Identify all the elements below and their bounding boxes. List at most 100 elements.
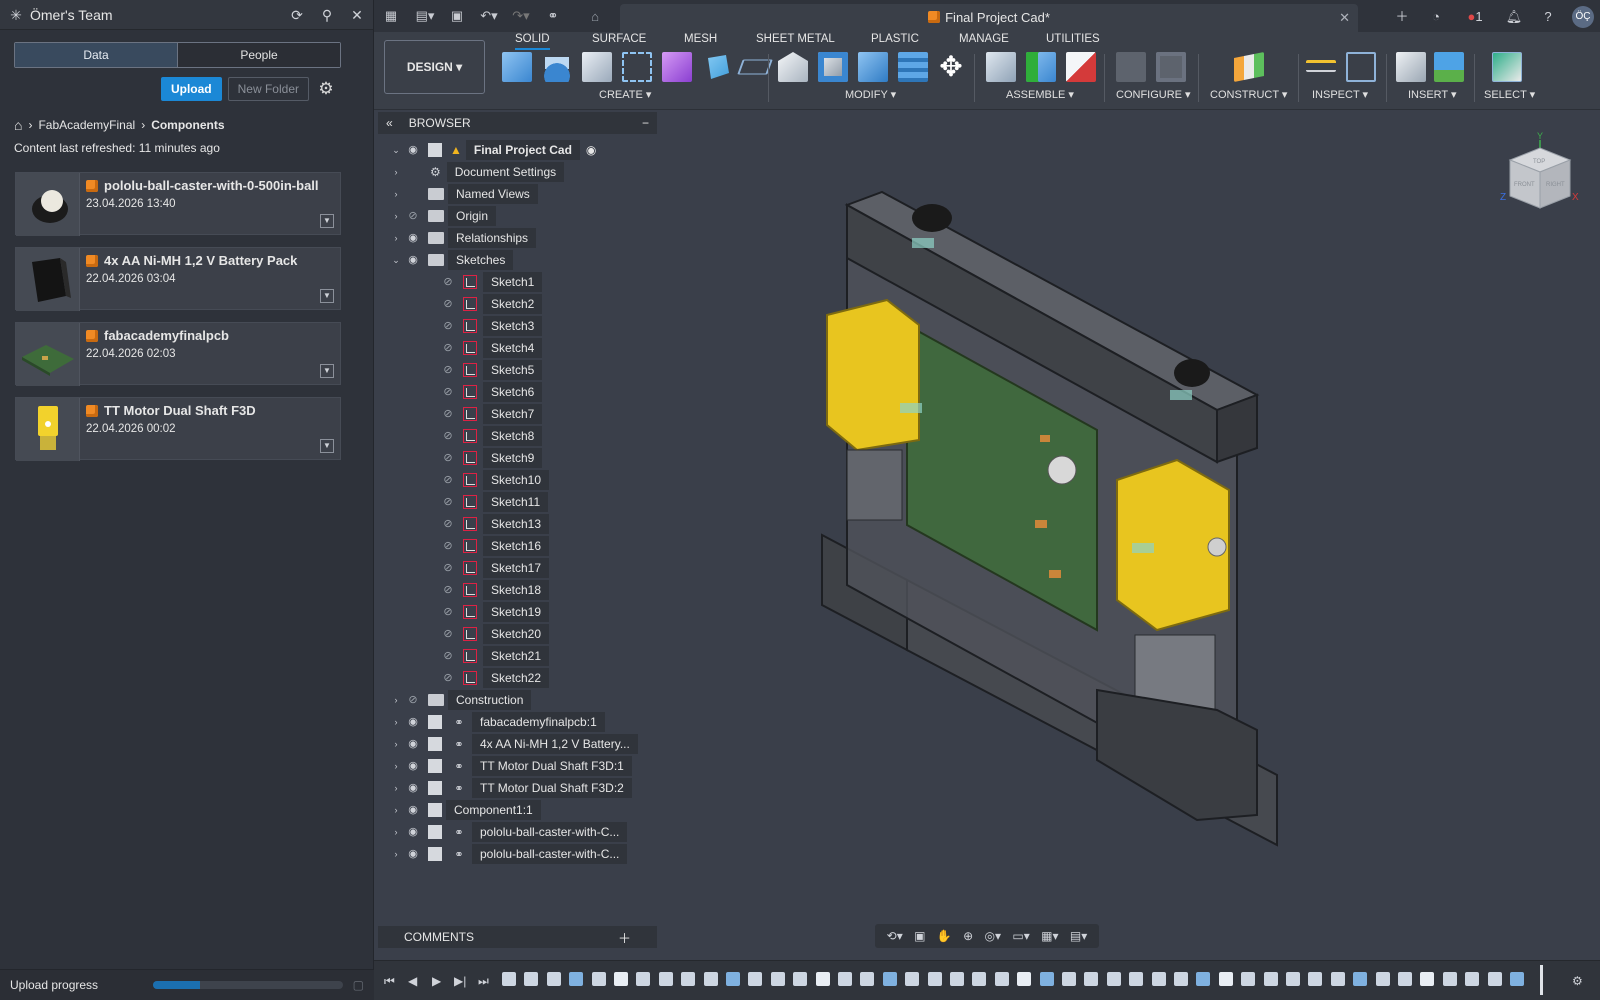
timeline-feature-icon[interactable] [1263,972,1278,986]
timeline-feature-icon[interactable] [1487,972,1502,986]
timeline-feature-icon[interactable] [726,972,740,986]
redo-icon[interactable]: ↷▾ [508,8,534,24]
timeline-feature-icon[interactable] [1106,972,1121,986]
minimize-icon[interactable]: − [642,116,649,130]
group-inspect[interactable]: INSPECT ▾ [1312,88,1368,101]
collapse-icon[interactable]: « [386,116,393,130]
visibility-eye-icon[interactable]: ◉ [405,232,421,244]
new-folder-button[interactable]: New Folder [227,77,309,101]
avatar[interactable]: ÖÇ [1572,6,1594,28]
timeline-feature-icon[interactable] [1442,972,1457,986]
timeline-feature-icon[interactable] [905,972,920,986]
expand-chevron-icon[interactable]: › [390,167,402,177]
search-icon[interactable]: ⚲ [319,7,335,23]
sketch-item[interactable]: ⊘ Sketch6 [425,382,543,402]
timeline-feature-icon[interactable] [860,972,875,986]
expand-chevron-icon[interactable]: › [390,233,402,243]
timeline-feature-icon[interactable] [681,972,696,986]
timeline-feature-icon[interactable] [950,972,964,986]
visibility-eye-icon[interactable]: ◉ [405,848,421,860]
component-card[interactable]: 4x AA Ni-MH 1,2 V Battery Pack 22.04.202… [15,247,341,311]
visibility-eye-icon[interactable]: ◉ [405,738,421,750]
visibility-eye-icon[interactable]: ◉ [405,804,421,816]
add-tab-icon[interactable]: ＋ [1392,7,1412,27]
breadcrumb-root[interactable]: FabAcademyFinal [38,118,135,132]
timeline-feature-icon[interactable] [658,972,673,986]
chevron-down-icon[interactable]: ▼ [320,364,334,378]
timeline-feature-icon[interactable] [1375,972,1390,986]
timeline-feature-icon[interactable] [591,972,606,986]
close-tab-icon[interactable]: ✕ [1339,4,1350,32]
go-to-start-icon[interactable]: ⏮ [384,974,395,989]
canvas-icon[interactable] [1434,52,1464,82]
visibility-eye-icon[interactable]: ◉ [405,760,421,772]
step-back-icon[interactable]: ◀ [408,974,417,988]
visibility-hidden-icon[interactable]: ⊘ [440,474,456,486]
timeline-feature-icon[interactable] [524,972,539,986]
group-insert[interactable]: INSERT ▾ [1408,88,1457,101]
extrude-icon[interactable] [542,52,572,82]
visibility-hidden-icon[interactable]: ⊘ [440,452,456,464]
timeline-feature-icon[interactable] [1330,972,1345,986]
gear-icon[interactable]: ⚙ [315,79,337,99]
home-tab-icon[interactable]: ⌂ [582,9,608,24]
expand-chevron-icon[interactable]: ⌄ [390,255,402,266]
move-icon[interactable]: ✥ [936,52,966,82]
insert-derive-icon[interactable] [1396,52,1426,82]
sketch-item[interactable]: ⊘ Sketch16 [425,536,550,556]
model-viewport[interactable] [657,110,1600,960]
browser-item[interactable]: › ⊘ Origin [390,206,497,226]
expand-chevron-icon[interactable]: › [390,849,402,859]
tab-data[interactable]: Data [15,43,177,67]
new-component-assemble-icon[interactable] [986,52,1016,82]
timeline-settings-icon[interactable]: ⚙ [1572,974,1583,988]
fit-icon[interactable]: ◎▾ [985,929,1002,943]
chevron-down-icon[interactable]: ▼ [320,214,334,228]
timeline-feature-icon[interactable] [502,972,516,986]
visibility-hidden-icon[interactable]: ⊘ [405,210,421,222]
sketch-item[interactable]: ⊘ Sketch19 [425,602,550,622]
timeline-feature-icon[interactable] [569,972,584,986]
activate-icon[interactable]: ◉ [586,143,596,157]
link-icon[interactable]: ⚭ [540,8,566,24]
timeline-feature-icon[interactable] [636,972,651,986]
timeline-feature-icon[interactable] [882,972,897,986]
timeline-feature-icon[interactable] [1308,972,1323,986]
sketch-item[interactable]: ⊘ Sketch17 [425,558,550,578]
timeline-feature-icon[interactable] [994,972,1009,986]
expand-chevron-icon[interactable]: › [390,717,402,727]
sketch-item[interactable]: ⊘ Sketch10 [425,470,550,490]
shell-icon[interactable] [858,52,888,82]
group-construct[interactable]: CONSTRUCT ▾ [1210,88,1287,101]
team-icon[interactable]: ✳ [8,7,24,23]
expand-icon[interactable]: ▢ [353,978,364,992]
view-cube-right[interactable]: RIGHT [1546,182,1565,188]
table-icon[interactable] [1156,52,1186,82]
display-settings-icon[interactable]: ▭▾ [1012,929,1029,943]
combine-icon[interactable] [898,52,928,82]
sketch-item[interactable]: ⊘ Sketch20 [425,624,550,644]
sketch-item[interactable]: ⊘ Sketch3 [425,316,543,336]
visibility-hidden-icon[interactable]: ⊘ [440,540,456,552]
browser-item[interactable]: › ◉ ⚭ pololu-ball-caster-with-C... [390,822,628,842]
expand-chevron-icon[interactable]: › [390,805,402,815]
visibility-hidden-icon[interactable]: ⊘ [440,672,456,684]
sketch-icon[interactable] [622,52,652,82]
visibility-hidden-icon[interactable]: ⊘ [440,276,456,288]
browser-item[interactable]: › ◉ ⚭ TT Motor Dual Shaft F3D:1 [390,756,632,776]
timeline-feature-icon[interactable] [1353,972,1368,986]
group-configure[interactable]: CONFIGURE ▾ [1116,88,1191,101]
look-at-icon[interactable]: ▣ [914,929,925,943]
help-icon[interactable]: ? [1538,7,1558,27]
timeline-feature-icon[interactable] [1420,972,1435,986]
joint-origin-icon[interactable] [1066,52,1096,82]
expand-chevron-icon[interactable]: › [390,211,402,221]
component-card[interactable]: pololu-ball-caster-with-0-500in-ball 23.… [15,172,341,236]
timeline-feature-icon[interactable] [1017,972,1032,986]
chevron-down-icon[interactable]: ▼ [320,289,334,303]
browser-item[interactable]: ⌄ ◉ Sketches [390,250,514,270]
timeline-feature-icon[interactable] [1174,972,1188,986]
form-icon[interactable] [662,52,692,82]
tab-people[interactable]: People [177,43,340,67]
component-card[interactable]: fabacademyfinalpcb 22.04.2026 02:03 ▼ [15,322,341,386]
